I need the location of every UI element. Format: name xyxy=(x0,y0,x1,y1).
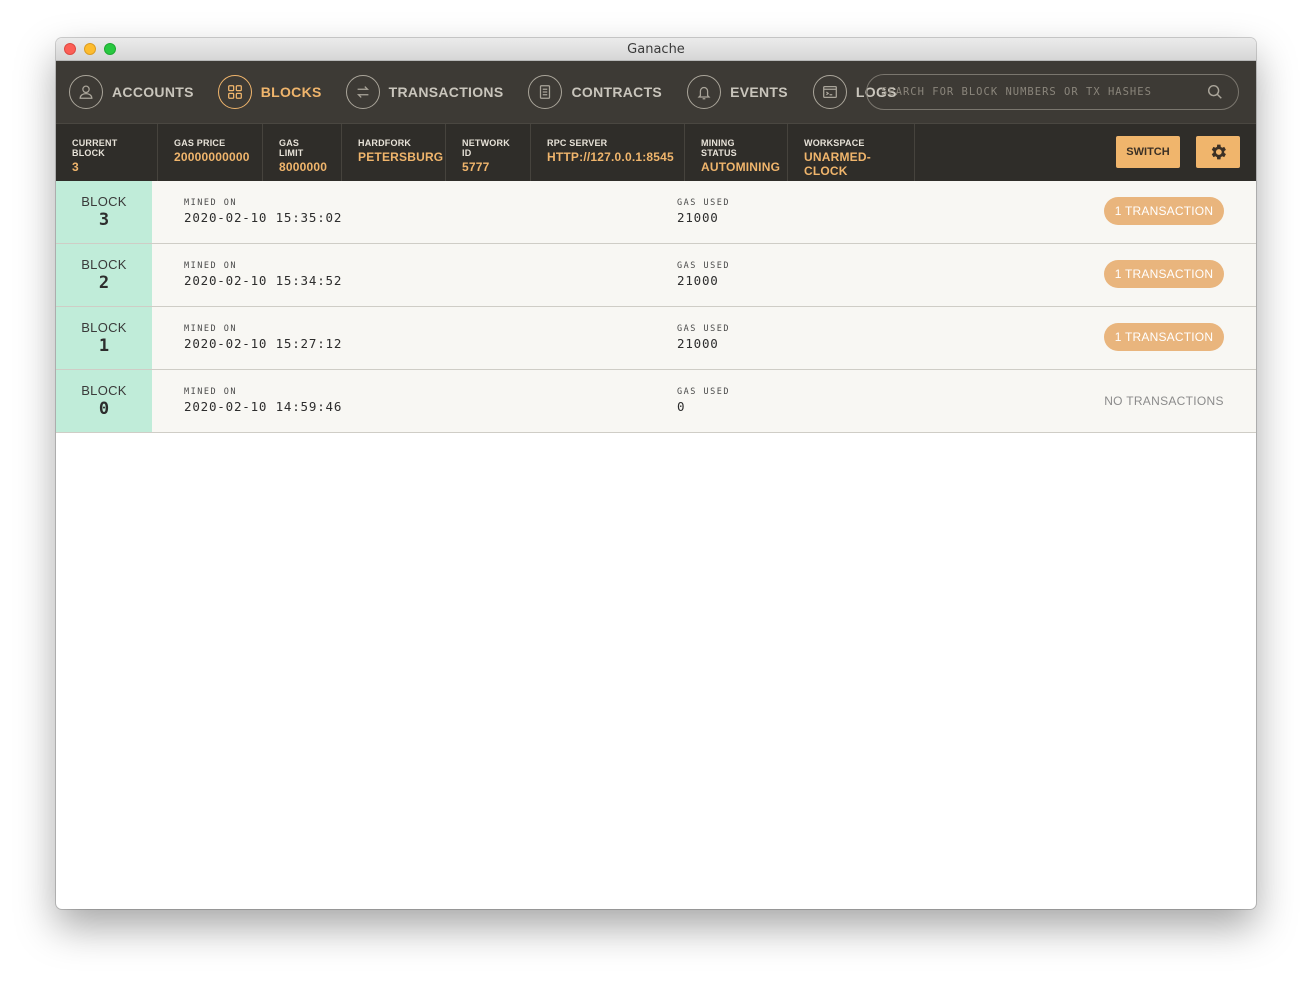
stat-network-id: NETWORK ID 5777 xyxy=(446,124,531,181)
gas-used-value: 21000 xyxy=(677,273,719,288)
block-badge: BLOCK 1 xyxy=(56,307,152,369)
search-box xyxy=(866,74,1239,110)
gas-used-value: 0 xyxy=(677,399,686,414)
block-badge: BLOCK 3 xyxy=(56,181,152,243)
nav-contracts[interactable]: CONTRACTS xyxy=(528,61,662,123)
transaction-count-button[interactable]: 1 TRANSACTION xyxy=(1104,323,1224,351)
nav-events-label: EVENTS xyxy=(730,84,788,100)
search-icon[interactable] xyxy=(1206,83,1224,101)
gas-used-field: GAS USED 21000 xyxy=(677,324,730,351)
nav-accounts[interactable]: ACCOUNTS xyxy=(69,61,194,123)
block-row[interactable]: BLOCK 1 MINED ON 2020-02-10 15:27:12 GAS… xyxy=(56,307,1256,370)
block-row[interactable]: BLOCK 2 MINED ON 2020-02-10 15:34:52 GAS… xyxy=(56,244,1256,307)
block-badge: BLOCK 0 xyxy=(56,370,152,432)
bell-icon xyxy=(687,75,722,109)
nav-blocks-label: BLOCKS xyxy=(260,84,322,100)
mined-on-label: MINED ON xyxy=(184,198,237,208)
stat-value: UNARMED-CLOCK xyxy=(804,150,871,178)
nav-blocks[interactable]: BLOCKS xyxy=(217,61,322,123)
stat-label: HARDFORK xyxy=(358,138,412,148)
stat-value: PETERSBURG xyxy=(358,150,444,164)
mined-on-field: MINED ON 2020-02-10 15:35:02 xyxy=(184,198,342,225)
gas-used-value: 21000 xyxy=(677,336,719,351)
switch-workspace-button[interactable]: SWITCH xyxy=(1116,136,1180,168)
stat-label: NETWORK ID xyxy=(462,138,510,158)
stat-label: GAS PRICE xyxy=(174,138,226,148)
block-number: 3 xyxy=(98,210,110,230)
user-icon xyxy=(69,75,103,109)
block-label: BLOCK xyxy=(81,194,127,209)
mined-on-value: 2020-02-10 14:59:46 xyxy=(184,399,343,414)
transaction-count-button[interactable]: 1 TRANSACTION xyxy=(1104,197,1224,225)
mined-on-field: MINED ON 2020-02-10 15:34:52 xyxy=(184,261,342,288)
block-row[interactable]: BLOCK 0 MINED ON 2020-02-10 14:59:46 GAS… xyxy=(56,370,1256,433)
mined-on-label: MINED ON xyxy=(184,324,237,334)
stat-label: GAS LIMIT xyxy=(279,138,304,158)
block-row[interactable]: BLOCK 3 MINED ON 2020-02-10 15:35:02 GAS… xyxy=(56,181,1256,244)
gas-used-label: GAS USED xyxy=(677,324,730,334)
no-transactions-label: NO TRANSACTIONS xyxy=(1104,394,1224,408)
stat-mining-status: MINING STATUS AUTOMINING xyxy=(685,124,788,181)
block-number: 2 xyxy=(98,273,110,293)
stat-hardfork: HARDFORK PETERSBURG xyxy=(342,124,446,181)
gas-used-value: 21000 xyxy=(677,210,719,225)
stat-label: CURRENT BLOCK xyxy=(72,138,118,158)
gas-used-label: GAS USED xyxy=(677,387,730,397)
mined-on-value: 2020-02-10 15:27:12 xyxy=(184,336,343,351)
main-nav: ACCOUNTS BLOCKS TRANSACTIONS CONTRACTS E… xyxy=(56,61,1256,123)
gas-used-field: GAS USED 21000 xyxy=(677,198,730,225)
mined-on-field: MINED ON 2020-02-10 14:59:46 xyxy=(184,387,342,414)
stat-rpc-server: RPC SERVER HTTP://127.0.0.1:8545 xyxy=(531,124,685,181)
block-label: BLOCK xyxy=(81,383,127,398)
block-label: BLOCK xyxy=(81,320,127,335)
terminal-icon xyxy=(812,75,847,109)
gear-icon xyxy=(1211,144,1226,160)
mined-on-label: MINED ON xyxy=(184,387,237,397)
mined-on-label: MINED ON xyxy=(184,261,237,271)
stat-gas-limit: GAS LIMIT 8000000 xyxy=(263,124,342,181)
stat-value: 5777 xyxy=(462,160,490,174)
settings-button[interactable] xyxy=(1196,136,1240,168)
mined-on-value: 2020-02-10 15:35:02 xyxy=(184,210,343,225)
stat-label: MINING STATUS xyxy=(701,138,737,158)
block-badge: BLOCK 2 xyxy=(56,244,152,306)
nav-contracts-label: CONTRACTS xyxy=(571,84,663,100)
app-window: Ganache ACCOUNTS BLOCKS TRANSACTIONS CON… xyxy=(56,38,1256,909)
stat-current-block: CURRENT BLOCK 3 xyxy=(56,124,158,181)
nav-accounts-label: ACCOUNTS xyxy=(112,84,194,100)
mined-on-field: MINED ON 2020-02-10 15:27:12 xyxy=(184,324,342,351)
nav-events[interactable]: EVENTS xyxy=(687,61,788,123)
stat-value: 3 xyxy=(72,160,79,174)
document-icon xyxy=(528,75,563,109)
blocks-list: BLOCK 3 MINED ON 2020-02-10 15:35:02 GAS… xyxy=(56,181,1256,433)
block-number: 0 xyxy=(98,399,110,419)
gas-used-field: GAS USED 0 xyxy=(677,387,730,414)
nav-transactions[interactable]: TRANSACTIONS xyxy=(345,61,504,123)
stat-value: 8000000 xyxy=(279,160,328,174)
block-label: BLOCK xyxy=(81,257,127,272)
search-input[interactable] xyxy=(879,85,1206,99)
stat-value: AUTOMINING xyxy=(701,160,781,174)
stat-value: 20000000000 xyxy=(174,150,250,164)
window-title: Ganache xyxy=(627,42,685,57)
gas-used-field: GAS USED 21000 xyxy=(677,261,730,288)
mined-on-value: 2020-02-10 15:34:52 xyxy=(184,273,343,288)
status-bar: CURRENT BLOCK 3 GAS PRICE 20000000000 GA… xyxy=(56,123,1256,181)
nav-transactions-label: TRANSACTIONS xyxy=(388,84,504,100)
swap-arrows-icon xyxy=(345,75,380,109)
stat-value: HTTP://127.0.0.1:8545 xyxy=(547,150,674,164)
title-bar: Ganache xyxy=(56,38,1256,61)
stat-gas-price: GAS PRICE 20000000000 xyxy=(158,124,263,181)
gas-used-label: GAS USED xyxy=(677,198,730,208)
stat-workspace: WORKSPACE UNARMED-CLOCK xyxy=(788,124,915,181)
stat-label: WORKSPACE xyxy=(804,138,865,148)
grid-icon xyxy=(217,75,252,109)
gas-used-label: GAS USED xyxy=(677,261,730,271)
transaction-count-button[interactable]: 1 TRANSACTION xyxy=(1104,260,1224,288)
block-number: 1 xyxy=(98,336,110,356)
stat-label: RPC SERVER xyxy=(547,138,608,148)
